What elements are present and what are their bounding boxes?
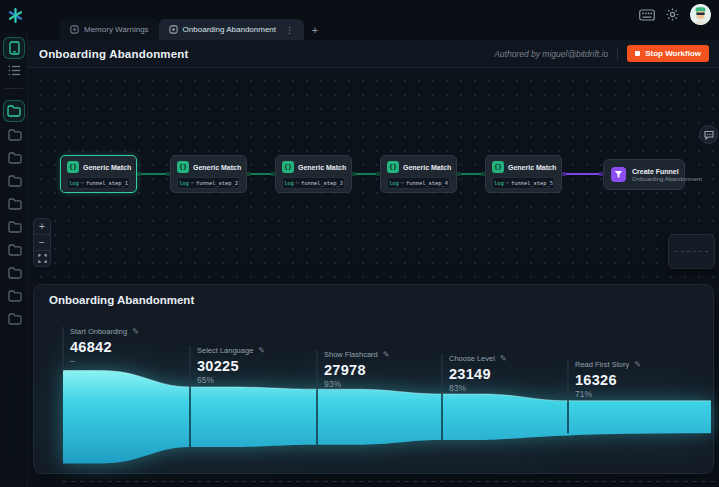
top-bar: Memory Warnings Onboarding Abandonment ⋮…	[0, 0, 719, 40]
stage-percent: 71%	[575, 389, 695, 399]
stage-value: 46842	[70, 339, 190, 355]
tab-icon	[70, 25, 79, 34]
stage-percent: 93%	[324, 379, 444, 389]
edit-stage-icon[interactable]: ✎	[500, 354, 507, 363]
node-condition: log=funnel_step_1	[67, 177, 130, 189]
stage-value: 23149	[449, 366, 569, 382]
canvas-minimap[interactable]	[668, 234, 715, 269]
funnel-stage-3: Show Flashcard✎ 27978 93%	[324, 350, 444, 389]
zoom-out-button[interactable]: −	[34, 234, 50, 250]
edit-stage-icon[interactable]: ✎	[634, 360, 641, 369]
sidebar-folder[interactable]	[7, 151, 22, 165]
funnel-panel-title: Onboarding Abandonment	[49, 294, 194, 306]
node-generic-match-2[interactable]: {}Generic Match log=funnel_step_2	[170, 155, 247, 193]
stage-value: 16326	[575, 372, 695, 388]
sidebar-folder-active[interactable]	[3, 100, 25, 122]
tab-onboarding-abandonment[interactable]: Onboarding Abandonment ⋮	[159, 19, 304, 40]
node-condition: log=funnel_step_3	[282, 177, 345, 189]
stop-workflow-button[interactable]: Stop Workflow	[627, 45, 709, 62]
bottom-panel-border	[62, 481, 719, 482]
sidebar-item-device-active[interactable]	[3, 37, 25, 59]
braces-icon: {}	[282, 161, 294, 173]
authored-by-label: Authored by miguel@bitdrift.io	[494, 49, 608, 59]
funnel-stage-4: Choose Level✎ 23149 83%	[449, 354, 569, 393]
braces-icon: {}	[492, 161, 504, 173]
stage-percent: 65%	[197, 375, 317, 385]
edit-stage-icon[interactable]: ✎	[258, 346, 265, 355]
minimap-nodes	[675, 251, 709, 253]
tab-label: Onboarding Abandonment	[183, 25, 276, 34]
workflow-canvas[interactable]: {}Generic Match log=funnel_step_1 {}Gene…	[28, 68, 719, 280]
node-create-funnel[interactable]: Create Funnel Onboarding Abandonment	[603, 159, 685, 190]
node-generic-match-5[interactable]: {}Generic Match log=funnel_step_5	[485, 155, 562, 193]
workflow-header: Onboarding Abandonment Authored by migue…	[28, 40, 719, 68]
tab-bar: Memory Warnings Onboarding Abandonment ⋮…	[60, 19, 326, 40]
funnel-panel: Onboarding Abandonment Start Onboarding✎…	[33, 284, 714, 474]
left-sidebar	[0, 33, 28, 487]
keyboard-icon[interactable]	[639, 9, 655, 21]
workflow-title: Onboarding Abandonment	[39, 48, 189, 60]
sidebar-divider	[5, 88, 23, 89]
sidebar-folder[interactable]	[7, 289, 22, 303]
braces-icon: {}	[67, 161, 79, 173]
app-root: Memory Warnings Onboarding Abandonment ⋮…	[0, 0, 719, 487]
funnel-stage-1: Start Onboarding✎ 46842 –	[70, 327, 190, 366]
list-icon	[8, 65, 21, 76]
edge-node2-node3	[247, 173, 275, 175]
sidebar-folder[interactable]	[7, 220, 22, 234]
canvas-zoom-controls: + −	[33, 218, 51, 267]
braces-icon: {}	[177, 161, 189, 173]
tab-icon	[169, 25, 178, 34]
sidebar-folder[interactable]	[7, 174, 22, 188]
node-condition: log=funnel_step_5	[492, 177, 555, 189]
edge-node5-output	[562, 173, 603, 175]
edge-node1-node2	[137, 173, 170, 175]
stage-percent: –	[70, 356, 190, 366]
bitdrift-logo-icon[interactable]	[7, 7, 24, 24]
sidebar-folder[interactable]	[7, 197, 22, 211]
phone-icon	[9, 41, 20, 55]
header-divider	[617, 47, 618, 60]
stage-value: 30225	[197, 358, 317, 374]
node-condition: log=funnel_step_2	[177, 177, 240, 189]
new-tab-button[interactable]: +	[304, 19, 326, 40]
stage-percent: 83%	[449, 383, 569, 393]
user-avatar[interactable]	[690, 4, 711, 25]
node-condition: log=funnel_step_4	[387, 177, 450, 189]
sidebar-folder[interactable]	[7, 266, 22, 280]
node-generic-match-3[interactable]: {}Generic Match log=funnel_step_3	[275, 155, 352, 193]
sidebar-folder[interactable]	[7, 128, 22, 142]
tab-memory-warnings[interactable]: Memory Warnings	[60, 19, 159, 40]
tab-menu-icon[interactable]: ⋮	[285, 25, 294, 35]
chat-button[interactable]	[699, 125, 718, 144]
sidebar-folder[interactable]	[7, 312, 22, 326]
edge-node4-node5	[457, 173, 485, 175]
funnel-icon	[611, 167, 626, 182]
node-generic-match-1[interactable]: {}Generic Match log=funnel_step_1	[60, 155, 137, 193]
braces-icon: {}	[387, 161, 399, 173]
funnel-stage-5: Read First Story✎ 16326 71%	[575, 360, 695, 399]
node-generic-match-4[interactable]: {}Generic Match log=funnel_step_4	[380, 155, 457, 193]
folder-icon	[7, 105, 21, 117]
tab-label: Memory Warnings	[84, 25, 149, 34]
stop-icon	[635, 51, 640, 56]
fit-view-button[interactable]	[34, 250, 50, 266]
edit-stage-icon[interactable]: ✎	[132, 327, 139, 336]
sidebar-item-list[interactable]	[7, 63, 22, 77]
edit-stage-icon[interactable]: ✎	[383, 350, 390, 359]
zoom-in-button[interactable]: +	[34, 219, 50, 234]
edge-node3-node4	[352, 173, 380, 175]
sidebar-folder[interactable]	[7, 243, 22, 257]
stage-value: 27978	[324, 362, 444, 378]
funnel-stage-2: Select Language✎ 30225 65%	[197, 346, 317, 385]
settings-gear-icon[interactable]	[665, 7, 680, 22]
